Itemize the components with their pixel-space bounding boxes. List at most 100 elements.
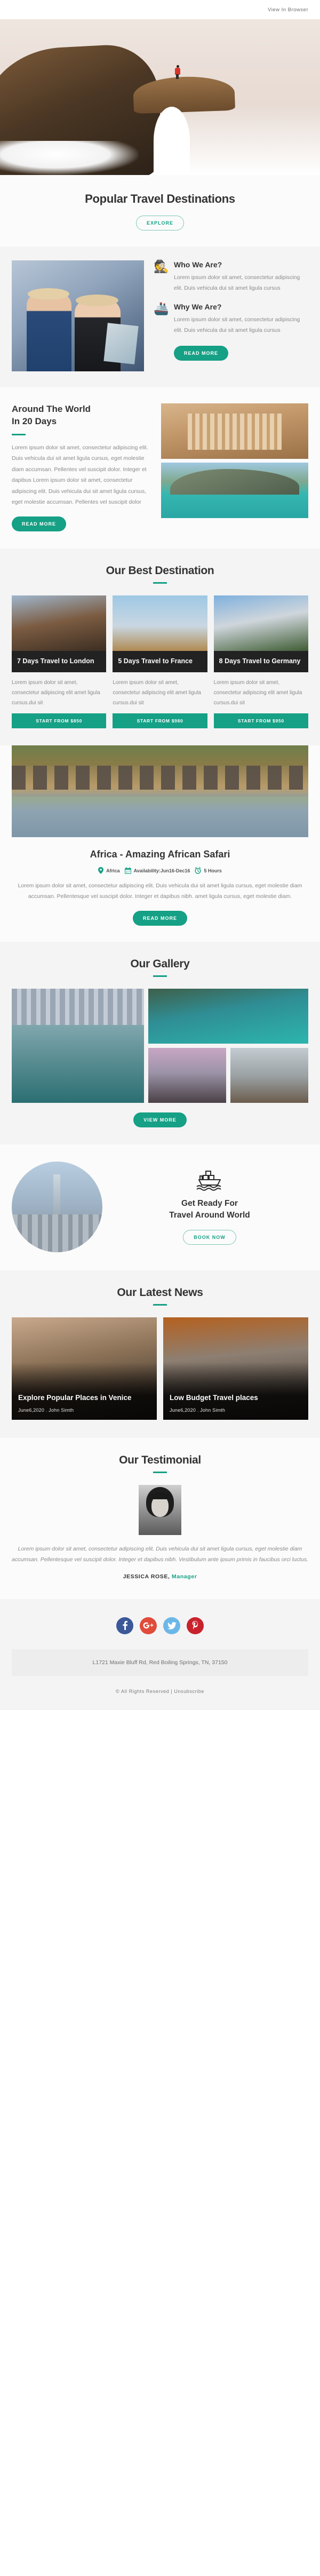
topbar: View In Browser <box>0 0 320 19</box>
title-rule <box>153 1471 167 1473</box>
facebook-icon[interactable] <box>116 1617 133 1634</box>
testimonial-section: Our Testimonial Lorem ipsum dolor sit am… <box>0 1437 320 1599</box>
book-now-button[interactable]: BOOK NOW <box>183 1229 236 1245</box>
card-text: Lorem ipsum dolor sit amet, consectetur … <box>213 680 302 706</box>
safari-location: Africa <box>98 867 120 874</box>
feature-title: Why We Are? <box>174 302 222 311</box>
author-role: Manager <box>172 1573 197 1580</box>
feature-why-we-are: 🚢 Why We Are? Lorem ipsum dolor sit amet… <box>154 301 308 336</box>
footer-copyright[interactable]: © All Rights Reserved | Unsubscribe <box>12 1689 308 1694</box>
latest-news-title: Our Latest News <box>117 1286 203 1299</box>
safari-read-more-button[interactable]: READ MORE <box>132 910 187 926</box>
calendar-icon <box>124 867 131 874</box>
feature-who-we-are: 🕵️ Who We Are? Lorem ipsum dolor sit ame… <box>154 260 308 294</box>
twitter-icon[interactable] <box>163 1617 180 1634</box>
news-card-title: Low Budget Travel places <box>170 1393 258 1402</box>
news-card-date: June6,2020 . John Simth <box>18 1407 74 1413</box>
gallery-image-bay[interactable] <box>148 988 308 1044</box>
who-we-are-content: 🕵️ Who We Are? Lorem ipsum dolor sit ame… <box>154 260 308 371</box>
destination-card[interactable]: 5 Days Travel to France Lorem ipsum dolo… <box>113 595 207 729</box>
safari-duration: 5 Hours <box>195 867 222 874</box>
title-line-1: Around The World <box>12 404 91 414</box>
hero-person-figure <box>174 65 181 79</box>
around-the-world-text: Lorem ipsum dolor sit amet, consectetur … <box>12 444 148 506</box>
gallery-view-more-button[interactable]: VIEW MORE <box>133 1112 187 1127</box>
view-in-browser-link[interactable]: View In Browser <box>268 7 308 13</box>
cruise-ship-icon <box>111 1169 308 1191</box>
news-card-date: June6,2020 . John Simth <box>170 1407 226 1413</box>
gallery-title: Our Gallery <box>130 957 190 970</box>
ship-emoji-icon: 🚢 <box>154 301 169 315</box>
title-rule <box>12 433 26 435</box>
alpine-lake-image <box>161 463 308 518</box>
destination-card[interactable]: 7 Days Travel to London Lorem ipsum dolo… <box>12 595 107 729</box>
petra-treasury-image <box>161 403 308 459</box>
card-text: Lorem ipsum dolor sit amet, consectetur … <box>113 680 201 706</box>
card-title: 8 Days Travel to Germany <box>213 650 308 673</box>
get-ready-title: Get Ready For Travel Around World <box>111 1198 308 1222</box>
popular-destinations-section: Popular Travel Destinations EXPLORE <box>0 175 320 247</box>
news-card[interactable]: Explore Popular Places in Venice June6,2… <box>12 1317 157 1420</box>
safari-availability: Availability:Jun16-Dec16 <box>124 867 190 874</box>
location-pin-icon <box>98 867 104 874</box>
title-line-1: Get Ready For <box>181 1198 238 1208</box>
alarm-clock-icon <box>195 867 201 874</box>
explore-button[interactable]: EXPLORE <box>135 216 184 230</box>
card-title: 7 Days Travel to London <box>12 650 107 673</box>
footer: L1721 Maxie Bluff Rd, Red Boiling Spring… <box>0 1599 320 1710</box>
get-ready-section: Get Ready For Travel Around World BOOK N… <box>0 1144 320 1270</box>
feature-text: Lorem ipsum dolor sit amet, consectetur … <box>174 274 300 291</box>
destination-card[interactable]: 8 Days Travel to Germany Lorem ipsum dol… <box>213 595 308 729</box>
gallery-section: Our Gallery VIEW MORE <box>0 941 320 1144</box>
around-the-world-title: Around The World In 20 Days <box>12 403 151 428</box>
around-read-more-button[interactable]: READ MORE <box>12 516 67 531</box>
latest-news-section: Our Latest News Explore Popular Places i… <box>0 1270 320 1438</box>
feature-title: Who We Are? <box>174 260 222 269</box>
card-title: 5 Days Travel to France <box>113 650 207 673</box>
testimonial-title: Our Testimonial <box>119 1453 201 1466</box>
who-we-are-section: 🕵️ Who We Are? Lorem ipsum dolor sit ame… <box>0 247 320 387</box>
pinterest-icon[interactable] <box>187 1617 204 1634</box>
news-card[interactable]: Low Budget Travel places June6,2020 . Jo… <box>163 1317 308 1420</box>
best-destination-title: Our Best Destination <box>106 564 214 577</box>
safari-title: Africa - Amazing African Safari <box>90 849 230 860</box>
news-card-title: Explore Popular Places in Venice <box>18 1393 132 1402</box>
safari-duration-label: 5 Hours <box>204 868 222 873</box>
title-rule <box>153 1303 167 1306</box>
gallery-grid <box>12 988 308 1103</box>
around-the-world-images <box>161 403 308 531</box>
feature-text: Lorem ipsum dolor sit amet, consectetur … <box>174 316 300 333</box>
testimonial-quote: Lorem ipsum dolor sit amet, consectetur … <box>12 1545 309 1563</box>
title-line-2: In 20 Days <box>12 416 57 426</box>
title-line-2: Travel Around World <box>169 1211 250 1220</box>
card-text: Lorem ipsum dolor sit amet, consectetur … <box>12 680 100 706</box>
card-image-london <box>12 595 107 651</box>
safari-meta: Africa Availability:Jun16-Dec16 5 Hours <box>0 867 320 874</box>
safari-availability-label: Availability:Jun16-Dec16 <box>133 868 190 873</box>
safari-banner-image <box>12 745 308 838</box>
google-plus-icon[interactable] <box>140 1617 157 1634</box>
around-the-world-section: Around The World In 20 Days Lorem ipsum … <box>0 387 320 548</box>
gallery-image-jump[interactable] <box>230 1047 308 1103</box>
card-image-germany <box>213 595 308 651</box>
testimonial-avatar <box>139 1484 181 1535</box>
gallery-image-tower[interactable] <box>148 1047 226 1103</box>
gallery-image-pool[interactable] <box>12 988 144 1103</box>
hero-arch-opening <box>154 107 190 175</box>
africa-safari-section: Africa - Amazing African Safari Africa A… <box>0 745 320 942</box>
start-from-button[interactable]: START FROM $850 <box>12 713 107 729</box>
author-name: JESSICA ROSE, <box>123 1573 170 1580</box>
traveler-emoji-icon: 🕵️ <box>154 259 169 273</box>
card-image-france <box>113 595 207 651</box>
who-we-are-read-more-button[interactable]: READ MORE <box>174 345 229 361</box>
safari-location-label: Africa <box>106 868 120 873</box>
around-the-world-content: Around The World In 20 Days Lorem ipsum … <box>12 403 151 531</box>
hero-surf <box>0 141 139 175</box>
safari-text: Lorem ipsum dolor sit amet, consectetur … <box>18 882 302 900</box>
testimonial-author: JESSICA ROSE, Manager <box>12 1573 308 1580</box>
start-from-button[interactable]: START FROM $950 <box>213 713 308 729</box>
start-from-button[interactable]: START FROM $980 <box>113 713 207 729</box>
hero-image <box>0 19 320 175</box>
destination-cards: 7 Days Travel to London Lorem ipsum dolo… <box>12 595 308 729</box>
city-skyline-circle-image <box>12 1161 102 1252</box>
